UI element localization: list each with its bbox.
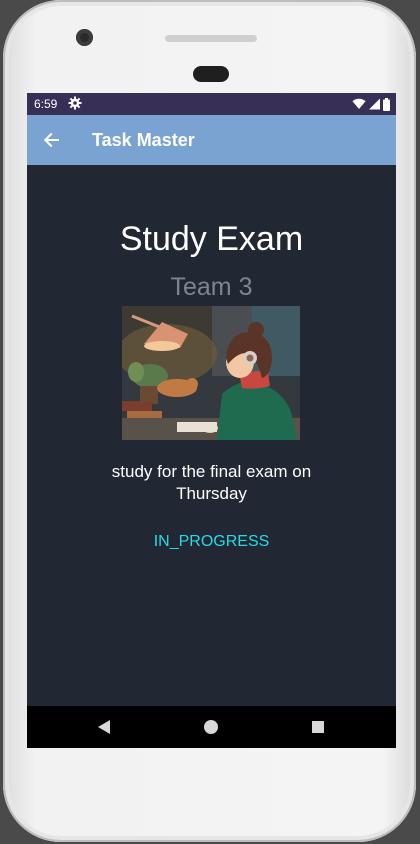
earpiece	[165, 35, 257, 42]
task-image	[122, 306, 300, 440]
arrow-left-icon	[43, 132, 59, 148]
wifi-icon	[352, 98, 366, 109]
task-description: study for the final exam on Thursday	[111, 462, 312, 503]
task-status: IN_PROGRESS	[153, 533, 270, 550]
phone-frame: 6:59 Task Master Study Exam Team 3 study…	[3, 0, 416, 842]
back-button[interactable]	[37, 127, 65, 153]
task-detail: Study Exam Team 3 study for the final ex…	[27, 165, 396, 706]
nav-recents-button[interactable]	[308, 717, 328, 737]
home-circle-icon	[204, 720, 218, 734]
signal-icon	[369, 98, 380, 110]
nav-home-button[interactable]	[201, 717, 221, 737]
status-icons	[352, 97, 390, 111]
app-title: Task Master	[92, 130, 195, 150]
navigation-bar	[27, 706, 396, 748]
recents-square-icon	[312, 721, 324, 733]
screen: 6:59 Task Master Study Exam Team 3 study…	[27, 93, 396, 748]
back-triangle-icon	[98, 720, 110, 734]
team-name: Team 3	[170, 273, 253, 301]
front-camera	[76, 29, 93, 46]
gear-icon	[68, 96, 82, 110]
task-title: Study Exam	[119, 220, 304, 258]
battery-icon	[383, 97, 390, 111]
speaker-grille	[193, 66, 229, 82]
status-time: 6:59	[34, 97, 58, 111]
nav-back-button[interactable]	[94, 717, 114, 737]
status-bar: 6:59	[27, 93, 396, 115]
app-bar: Task Master	[27, 115, 396, 165]
